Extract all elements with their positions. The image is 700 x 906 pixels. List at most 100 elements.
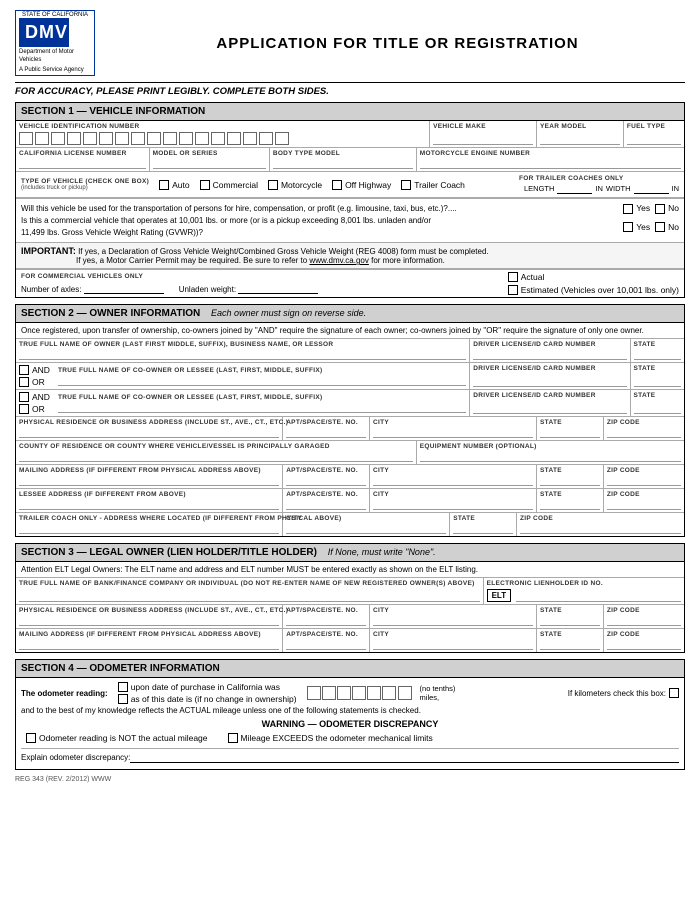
odo-box-2[interactable]: [322, 686, 336, 700]
exceeds-row[interactable]: Mileage EXCEEDS the odometer mechanical …: [228, 733, 433, 743]
and1-checkbox[interactable]: [19, 365, 29, 375]
type-auto[interactable]: Auto: [159, 180, 190, 190]
type-trailercoach[interactable]: Trailer Coach: [401, 180, 465, 190]
explain-input[interactable]: [130, 751, 679, 763]
commercial-yes-checkbox[interactable]: [623, 222, 633, 232]
bank-city-input[interactable]: [373, 616, 533, 626]
vin-box-3[interactable]: [51, 132, 65, 145]
unladen-input[interactable]: [238, 282, 318, 294]
model-series-input[interactable]: [153, 159, 266, 169]
commercial-no[interactable]: No: [655, 221, 679, 234]
vin-box-10[interactable]: [163, 132, 177, 145]
owner-name-input[interactable]: [19, 350, 466, 360]
commercial-checkbox[interactable]: [200, 180, 210, 190]
or2-checkbox[interactable]: [19, 404, 29, 414]
physical-addr-input[interactable]: [19, 428, 279, 438]
trailer-state-input[interactable]: [453, 524, 513, 534]
odo-box-1[interactable]: [307, 686, 321, 700]
as-of-date-row[interactable]: as of this date is (if no change in owne…: [118, 694, 297, 704]
trailer-zip-input[interactable]: [520, 524, 681, 534]
actual-checkbox[interactable]: [508, 272, 518, 282]
offhighway-checkbox[interactable]: [332, 180, 342, 190]
vin-box-1[interactable]: [19, 132, 33, 145]
actual-checkbox-row[interactable]: Actual: [508, 272, 679, 282]
odo-tenths-box[interactable]: [398, 686, 412, 700]
or2-checkbox-row[interactable]: OR: [19, 404, 50, 414]
bank-mail-input[interactable]: [19, 640, 279, 650]
bank-mail-state-input[interactable]: [540, 640, 600, 650]
hire-yes[interactable]: Yes: [623, 202, 650, 215]
km-checkbox[interactable]: [669, 688, 679, 698]
vin-box-11[interactable]: [179, 132, 193, 145]
type-motorcycle[interactable]: Motorcycle: [268, 180, 322, 190]
axles-input[interactable]: [84, 282, 164, 294]
width-input[interactable]: [634, 182, 669, 194]
auto-checkbox[interactable]: [159, 180, 169, 190]
coowner2-state-input[interactable]: [634, 404, 681, 414]
vin-box-4[interactable]: [67, 132, 81, 145]
ca-license-input[interactable]: [19, 159, 146, 169]
lessee-state-input[interactable]: [540, 500, 600, 510]
bank-mail-apt-input[interactable]: [286, 640, 366, 650]
estimated-checkbox[interactable]: [508, 285, 518, 295]
coowner2-dl-input[interactable]: [473, 404, 626, 414]
and2-checkbox[interactable]: [19, 392, 29, 402]
coowner1-state-input[interactable]: [634, 377, 681, 387]
lessee-apt-input[interactable]: [286, 500, 366, 510]
county-input[interactable]: [19, 452, 413, 462]
type-offhighway[interactable]: Off Highway: [332, 180, 391, 190]
vin-box-15[interactable]: [243, 132, 257, 145]
lessee-input[interactable]: [19, 500, 279, 510]
vin-box-17[interactable]: [275, 132, 289, 145]
bank-mail-zip-input[interactable]: [607, 640, 681, 650]
engine-input[interactable]: [420, 159, 681, 169]
and1-checkbox-row[interactable]: AND: [19, 365, 50, 375]
type-commercial[interactable]: Commercial: [200, 180, 258, 190]
vin-box-2[interactable]: [35, 132, 49, 145]
odo-box-6[interactable]: [382, 686, 396, 700]
fuel-type-input[interactable]: [627, 135, 681, 145]
vin-box-9[interactable]: [147, 132, 161, 145]
owner-state-input[interactable]: [634, 350, 681, 360]
upon-date-row[interactable]: upon date of purchase in California was: [118, 682, 297, 692]
bank-addr-input[interactable]: [19, 616, 279, 626]
bank-mail-city-input[interactable]: [373, 640, 533, 650]
motorcycle-checkbox[interactable]: [268, 180, 278, 190]
hire-no[interactable]: No: [655, 202, 679, 215]
not-actual-checkbox[interactable]: [26, 733, 36, 743]
trailercoach-checkbox[interactable]: [401, 180, 411, 190]
bank-zip-input[interactable]: [607, 616, 681, 626]
length-input[interactable]: [557, 182, 592, 194]
state-input[interactable]: [540, 428, 600, 438]
mailing-input[interactable]: [19, 476, 279, 486]
coowner1-input[interactable]: [58, 376, 466, 386]
mailing-city-input[interactable]: [373, 476, 533, 486]
coowner2-input[interactable]: [58, 403, 466, 413]
mailing-zip-input[interactable]: [607, 476, 681, 486]
vin-box-7[interactable]: [115, 132, 129, 145]
mailing-state-input[interactable]: [540, 476, 600, 486]
equipment-input[interactable]: [420, 452, 681, 462]
bank-name-input[interactable]: [19, 592, 480, 602]
trailer-city-input[interactable]: [286, 524, 446, 534]
vin-box-16[interactable]: [259, 132, 273, 145]
vin-box-5[interactable]: [83, 132, 97, 145]
coowner1-dl-input[interactable]: [473, 377, 626, 387]
lessee-zip-input[interactable]: [607, 500, 681, 510]
vin-box-13[interactable]: [211, 132, 225, 145]
trailer-addr-input[interactable]: [19, 524, 279, 534]
vehicle-make-input[interactable]: [433, 135, 533, 145]
bank-apt-input[interactable]: [286, 616, 366, 626]
body-type-input[interactable]: [273, 159, 413, 169]
year-model-input[interactable]: [540, 135, 620, 145]
zip-input[interactable]: [607, 428, 681, 438]
or1-checkbox[interactable]: [19, 377, 29, 387]
commercial-yes[interactable]: Yes: [623, 221, 650, 234]
owner-dl-input[interactable]: [473, 350, 626, 360]
odo-box-4[interactable]: [352, 686, 366, 700]
mailing-apt-input[interactable]: [286, 476, 366, 486]
and2-checkbox-row[interactable]: AND: [19, 392, 50, 402]
or1-checkbox-row[interactable]: OR: [19, 377, 50, 387]
city-input[interactable]: [373, 428, 533, 438]
vin-box-12[interactable]: [195, 132, 209, 145]
